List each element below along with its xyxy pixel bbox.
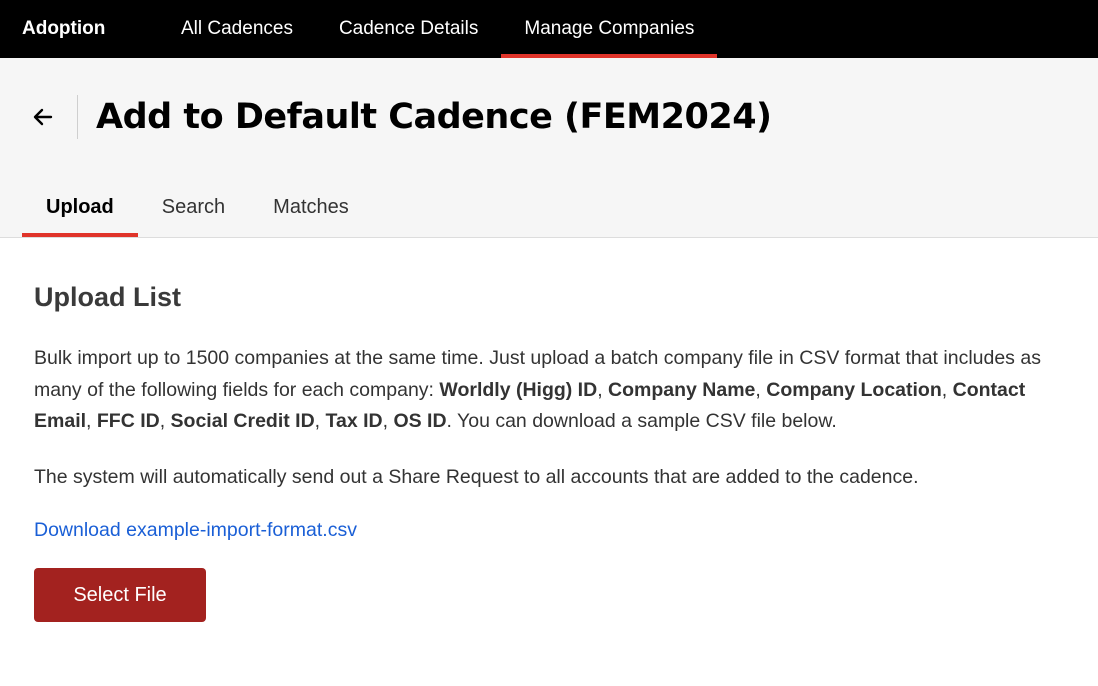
intro-paragraph: Bulk import up to 1500 companies at the … bbox=[34, 347, 1041, 432]
field-name: Social Credit ID bbox=[170, 410, 315, 432]
field-name: Company Name bbox=[608, 378, 756, 401]
field-name: OS ID bbox=[393, 410, 447, 432]
notice-paragraph: The system will automatically send out a… bbox=[34, 465, 919, 488]
nav-all-cadences[interactable]: All Cadences bbox=[158, 0, 316, 58]
field-name: Tax ID bbox=[325, 410, 383, 432]
tab-matches[interactable]: Matches bbox=[249, 177, 373, 237]
field-name: Worldly (Higg) ID bbox=[439, 378, 598, 401]
select-file-button[interactable]: Select File bbox=[34, 568, 206, 622]
field-name: FFC ID bbox=[96, 410, 160, 432]
back-button[interactable] bbox=[0, 95, 75, 139]
section-title: Upload List bbox=[34, 282, 181, 312]
title-divider bbox=[77, 94, 78, 139]
main-content: Upload List Bulk import up to 1500 compa… bbox=[0, 238, 1098, 622]
tab-search[interactable]: Search bbox=[138, 177, 249, 237]
page-header: Add to Default Cadence (FEM2024) Upload … bbox=[0, 58, 1098, 238]
title-row: Add to Default Cadence (FEM2024) bbox=[0, 93, 772, 140]
nav-cadence-details[interactable]: Cadence Details bbox=[316, 0, 501, 58]
field-name: Company Location bbox=[766, 378, 942, 401]
intro-text-end: . You can download a sample CSV file bel… bbox=[446, 410, 837, 432]
tab-upload[interactable]: Upload bbox=[22, 177, 138, 237]
arrow-left-icon bbox=[33, 108, 52, 125]
brand-label: Adoption bbox=[22, 18, 106, 39]
nav-manage-companies[interactable]: Manage Companies bbox=[501, 0, 718, 58]
page-title: Add to Default Cadence (FEM2024) bbox=[96, 96, 772, 137]
tab-bar: Upload Search Matches bbox=[22, 177, 373, 237]
top-nav: Adoption All Cadences Cadence Details Ma… bbox=[0, 0, 1098, 58]
download-example-link[interactable]: Download example-import-format.csv bbox=[34, 519, 357, 542]
